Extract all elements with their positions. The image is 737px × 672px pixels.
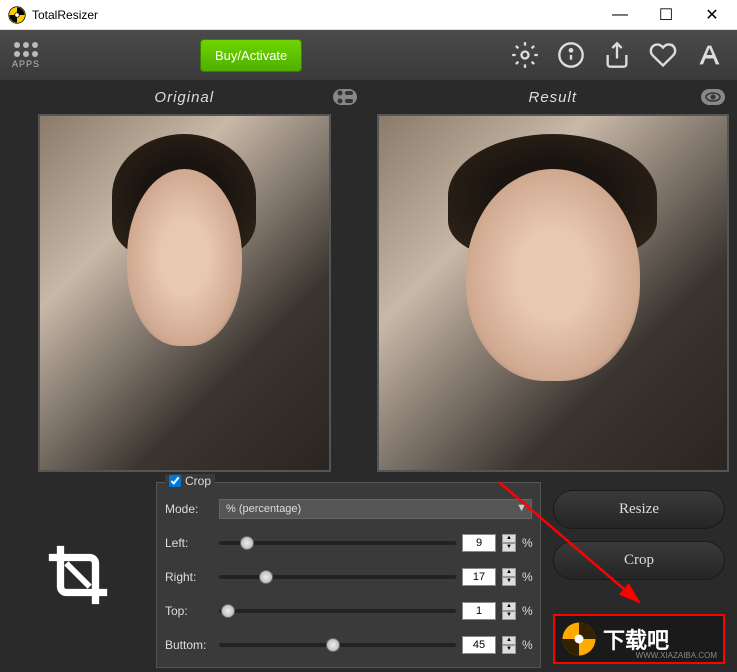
spin-down-button[interactable]: ▼	[502, 543, 516, 552]
slider-row: Right: ▲▼%	[165, 563, 532, 591]
percent-symbol: %	[522, 604, 532, 618]
mode-label: Mode:	[165, 502, 213, 516]
image-panels: Original Result	[0, 80, 737, 478]
share-icon[interactable]	[603, 41, 631, 69]
spin-up-button[interactable]: ▲	[502, 534, 516, 543]
crop-icon	[43, 540, 113, 610]
crop-checkbox[interactable]	[169, 475, 181, 487]
slider-thumb[interactable]	[259, 570, 273, 584]
slider-label: Left:	[165, 536, 213, 550]
mode-select[interactable]: % (percentage) ▼	[219, 499, 532, 519]
slider-value-input[interactable]	[462, 636, 496, 654]
actions-area: Resize Crop 下载吧 WWW.XIAZAIBA.COM	[549, 482, 729, 668]
spinner: ▲▼	[502, 568, 516, 586]
spin-down-button[interactable]: ▼	[502, 611, 516, 620]
slider-label: Buttom:	[165, 638, 213, 652]
buy-activate-button[interactable]: Buy/Activate	[200, 39, 302, 72]
slider-row: Left: ▲▼%	[165, 529, 532, 557]
slider-thumb[interactable]	[240, 536, 254, 550]
crop-fieldset: Crop Mode: % (percentage) ▼ Left:▲▼%Righ…	[156, 482, 541, 668]
slider-label: Right:	[165, 570, 213, 584]
info-icon[interactable]	[557, 41, 585, 69]
watermark-badge: 下载吧 WWW.XIAZAIBA.COM	[553, 614, 725, 664]
close-button[interactable]: ✕	[689, 0, 735, 30]
slider-thumb[interactable]	[326, 638, 340, 652]
percent-symbol: %	[522, 570, 532, 584]
crop-button[interactable]: Crop	[553, 541, 725, 580]
slider-track[interactable]	[219, 609, 456, 613]
minimize-button[interactable]: —	[597, 0, 643, 30]
content-area: Original Result	[0, 80, 737, 672]
maximize-button[interactable]: ☐	[643, 0, 689, 30]
slider-value-input[interactable]	[462, 602, 496, 620]
toolbar: APPS Buy/Activate	[0, 30, 737, 80]
apps-button[interactable]: APPS	[12, 42, 40, 69]
mode-row: Mode: % (percentage) ▼	[165, 495, 532, 523]
font-icon[interactable]	[695, 41, 725, 69]
compare-toggle-icon[interactable]	[333, 89, 357, 105]
slider-value-input[interactable]	[462, 534, 496, 552]
titlebar: TotalResizer — ☐ ✕	[0, 0, 737, 30]
watermark-icon	[561, 621, 597, 657]
original-panel: Original	[0, 80, 369, 478]
spin-up-button[interactable]: ▲	[502, 568, 516, 577]
slider-label: Top:	[165, 604, 213, 618]
percent-symbol: %	[522, 638, 532, 652]
original-header: Original	[8, 86, 361, 108]
slider-value-input[interactable]	[462, 568, 496, 586]
spin-down-button[interactable]: ▼	[502, 645, 516, 654]
spinner: ▲▼	[502, 602, 516, 620]
spin-up-button[interactable]: ▲	[502, 602, 516, 611]
preview-icon[interactable]	[701, 89, 725, 105]
original-image[interactable]	[38, 114, 331, 472]
slider-track[interactable]	[219, 643, 456, 647]
slider-row: Top: ▲▼%	[165, 597, 532, 625]
slider-thumb[interactable]	[221, 604, 235, 618]
spinner: ▲▼	[502, 534, 516, 552]
settings-icon[interactable]	[511, 41, 539, 69]
spinner: ▲▼	[502, 636, 516, 654]
window-title: TotalResizer	[32, 8, 597, 22]
spin-down-button[interactable]: ▼	[502, 577, 516, 586]
watermark-url: WWW.XIAZAIBA.COM	[636, 651, 717, 660]
bottom-controls: Crop Mode: % (percentage) ▼ Left:▲▼%Righ…	[0, 478, 737, 672]
spin-up-button[interactable]: ▲	[502, 636, 516, 645]
slider-row: Buttom: ▲▼%	[165, 631, 532, 659]
percent-symbol: %	[522, 536, 532, 550]
app-icon	[8, 6, 26, 24]
slider-track[interactable]	[219, 541, 456, 545]
heart-icon[interactable]	[649, 41, 677, 69]
window-controls: — ☐ ✕	[597, 0, 735, 30]
apps-label: APPS	[12, 59, 40, 69]
chevron-down-icon: ▼	[516, 502, 527, 514]
result-image[interactable]	[377, 114, 730, 472]
slider-track[interactable]	[219, 575, 456, 579]
resize-button[interactable]: Resize	[553, 490, 725, 529]
crop-legend: Crop	[165, 474, 215, 488]
result-panel: Result	[369, 80, 737, 478]
crop-icon-area	[8, 482, 148, 668]
result-header: Result	[377, 86, 730, 108]
